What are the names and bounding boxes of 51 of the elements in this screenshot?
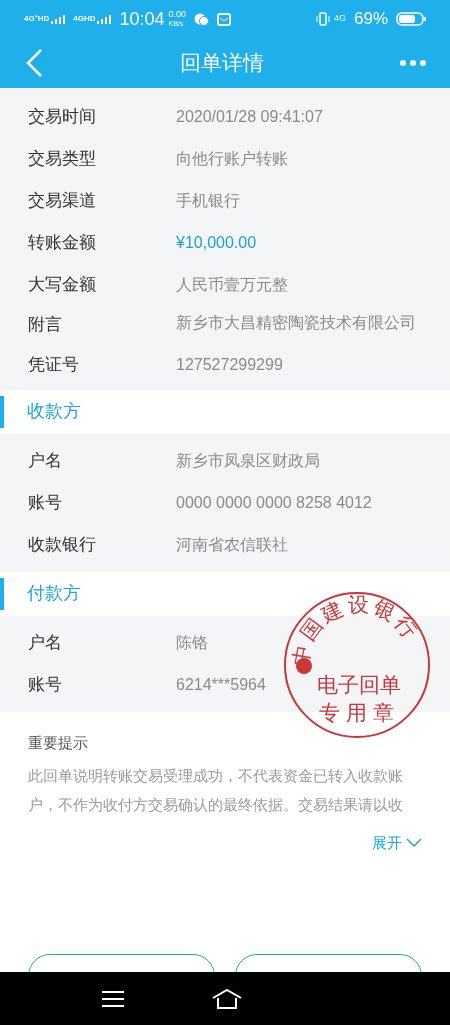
more-button[interactable] — [400, 60, 426, 66]
back-icon — [24, 48, 44, 78]
mail-icon — [217, 12, 232, 26]
field-value: 人民币壹万元整 — [176, 275, 288, 295]
battery-icon — [396, 12, 426, 26]
more-icon — [400, 60, 426, 66]
section-accent — [0, 577, 4, 610]
network-label: 4G — [333, 12, 346, 26]
field-label: 账号 — [28, 491, 63, 514]
field-value: 0000 0000 0000 8258 4012 — [176, 492, 372, 513]
field-label: 收款银行 — [28, 533, 97, 556]
chevron-down-icon — [406, 838, 422, 849]
field-value: 新乡市凤泉区财政局 — [176, 450, 320, 471]
field-value: ¥10,000.00 — [176, 233, 257, 253]
field-value: 手机银行 — [176, 191, 240, 211]
field-label: 户名 — [28, 449, 63, 472]
field-label: 大写金额 — [28, 274, 97, 297]
field-value: 向他行账户转账 — [176, 149, 288, 169]
field-label: 附言 — [28, 314, 63, 336]
field-label: 账号 — [28, 673, 63, 696]
battery-percent: 69% — [353, 8, 388, 31]
section-title: 收款方 — [27, 400, 81, 423]
page-title: 回单详情 — [180, 50, 264, 77]
field-value: 6214***5964 — [176, 674, 266, 695]
network-label: 4GHD — [73, 13, 96, 25]
field-label: 交易时间 — [28, 106, 97, 129]
signal-icon — [97, 14, 112, 24]
notice-text: 此回单说明转账交易受理成功，不代表资金已转入收款账户，不作为收付方交易确认的最终依据。交易结果请以收 — [28, 767, 404, 815]
menu-icon[interactable] — [102, 989, 124, 1008]
field-label: 户名 — [28, 631, 63, 654]
field-value: 127527299299 — [176, 354, 283, 375]
home-icon[interactable] — [212, 988, 242, 1009]
back-button[interactable] — [24, 48, 44, 78]
field-value: 2020/01/28 09:41:07 — [176, 107, 323, 127]
chat-icon — [194, 12, 210, 26]
speed-value: 0.00 — [168, 10, 187, 19]
expand-link[interactable]: 展开 — [372, 832, 422, 855]
field-label: 转账金额 — [28, 232, 97, 255]
field-value: 陈铬 — [176, 632, 208, 653]
field-label: 交易类型 — [28, 148, 97, 171]
field-value: 新乡市大昌精密陶瓷技术有限公司 — [176, 313, 416, 333]
section-accent — [0, 395, 4, 428]
clock: 10:04 — [119, 7, 165, 31]
signal-icon — [51, 14, 66, 24]
field-value: 河南省农信联社 — [176, 534, 288, 555]
field-label: 交易渠道 — [28, 190, 97, 213]
field-label: 凭证号 — [28, 353, 80, 376]
network-label: 4G⁺HD — [24, 13, 50, 25]
section-title: 付款方 — [27, 582, 81, 605]
vibrate-icon — [315, 12, 330, 26]
notice-title: 重要提示 — [28, 732, 89, 753]
